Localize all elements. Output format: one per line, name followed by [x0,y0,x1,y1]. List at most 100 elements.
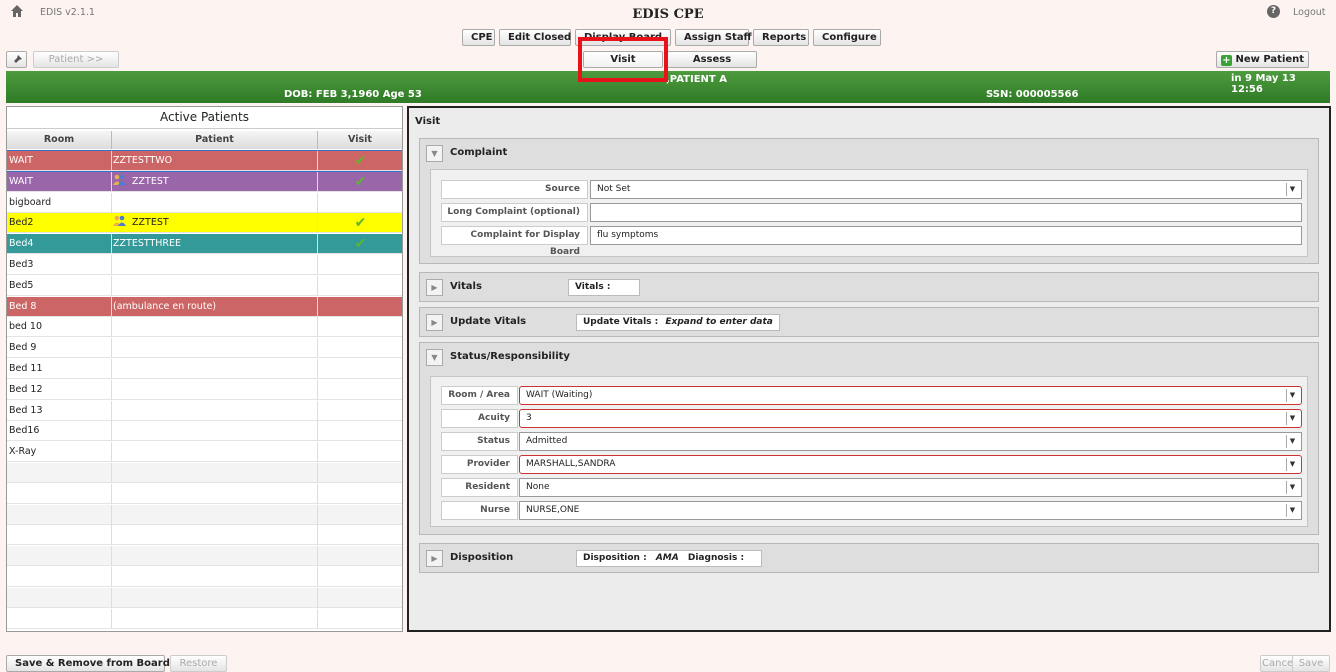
expand-arrow-icon[interactable]: ▶ [426,279,443,296]
pin-icon [11,55,22,65]
update-vitals-section: ▶ Update Vitals Update Vitals : Expand t… [419,307,1319,337]
visit-check-icon: ✔ [354,215,367,232]
subtab-assess[interactable]: Assess [667,51,757,68]
tab-cpe[interactable]: CPE [462,29,495,46]
empty-row [7,608,402,629]
patient-cell: ZZTEST [113,172,313,192]
room-cell: Bed4 [9,238,34,250]
table-row[interactable]: WAIT ZZTESTTWO ✔ [7,151,402,171]
complaint-section: ▼ Complaint Source Not Set ▼ Long Compla… [419,138,1319,264]
table-row[interactable]: bigboard [7,192,402,213]
nurse-select[interactable]: NURSE,ONE ▼ [519,501,1302,520]
plus-icon: + [1221,55,1232,66]
provider-value: MARSHALL,SANDRA [526,459,616,469]
table-row[interactable]: Bed 12 [7,379,402,400]
visit-check-icon: ✔ [354,236,367,253]
table-row[interactable]: Bed 8 (ambulance en route) [7,296,402,317]
visit-check-icon: ✔ [354,173,367,190]
table-row[interactable]: bed 10 [7,317,402,338]
nurse-value: NURSE,ONE [526,505,580,515]
table-row[interactable]: Bed4 ZZTESTTHREE ✔ [7,234,402,255]
table-row[interactable]: Bed3 [7,255,402,275]
room-cell: Bed 12 [9,383,43,395]
tab-assign-staff[interactable]: Assign Staff [675,29,752,46]
update-vitals-title: Update Vitals [450,316,527,327]
table-row[interactable]: Bed2 ZZTEST ✔ [7,213,402,234]
resident-select[interactable]: None ▼ [519,478,1302,497]
empty-row [7,504,402,525]
help-icon[interactable]: ? [1267,5,1280,18]
patient-cell: ZZTESTTWO [113,151,313,171]
selection-line [7,171,402,172]
table-row[interactable]: Bed16 [7,421,402,442]
table-row[interactable]: Bed 11 [7,359,402,379]
dropdown-arrow-icon: ▼ [1286,481,1298,494]
disposition-title: Disposition [450,552,514,563]
acuity-select[interactable]: 3 ▼ [519,409,1302,428]
save-button[interactable]: Save [1292,655,1330,672]
resident-label: Resident [441,478,518,497]
room-cell: Bed16 [9,425,40,437]
room-area-select[interactable]: WAIT (Waiting) ▼ [519,386,1302,405]
status-select[interactable]: Admitted ▼ [519,432,1302,451]
room-cell: Bed5 [9,279,34,291]
table-row[interactable]: Bed 9 [7,338,402,359]
patient-name-cell: ZZTEST [132,217,169,229]
visit-check-icon: ✔ [354,153,367,169]
status-header[interactable]: ▼ Status/Responsibility [420,343,1318,371]
table-row[interactable]: Bed 13 [7,400,402,421]
column-header-patient[interactable]: Patient [112,131,318,149]
collapse-arrow-icon[interactable]: ▼ [426,349,443,366]
room-cell: X-Ray [9,446,37,458]
long-complaint-label: Long Complaint (optional) [441,203,588,222]
new-patient-button[interactable]: + New Patient [1216,51,1309,68]
acuity-value: 3 [526,413,532,423]
complaint-header[interactable]: ▼ Complaint [420,139,1318,167]
long-complaint-input[interactable] [590,203,1302,222]
update-vitals-summary: Update Vitals : Expand to enter data [576,314,780,331]
tab-configure[interactable]: Configure [813,29,881,46]
dropdown-arrow-icon: ▼ [1286,435,1298,448]
display-complaint-input[interactable]: flu symptoms [590,226,1302,245]
room-area-value: WAIT (Waiting) [526,390,593,400]
people-icon [113,214,126,227]
status-title: Status/Responsibility [450,351,570,362]
tab-edit-closed[interactable]: Edit Closed [499,29,571,46]
provider-select[interactable]: MARSHALL,SANDRA ▼ [519,455,1302,474]
table-row[interactable]: WAIT ZZTEST ✔ [7,171,402,192]
expand-arrow-icon[interactable]: ▶ [426,550,443,567]
disposition-label: Disposition : [583,553,647,563]
people-icon [113,173,126,185]
room-cell: Bed2 [9,217,34,229]
source-label: Source [441,180,588,199]
patient-banner: ,PATIENT A in 9 May 13 12:56 DOB: FEB 3,… [6,71,1330,103]
complaint-title: Complaint [450,147,508,158]
patient-name: ,PATIENT A [666,74,727,85]
update-vitals-summary-label: Update Vitals : [583,317,659,327]
source-select[interactable]: Not Set ▼ [590,180,1302,199]
table-row[interactable]: Bed5 [7,275,402,296]
vitals-section: ▶ Vitals Vitals : [419,272,1319,302]
table-row[interactable]: X-Ray [7,442,402,463]
complaint-fields: Source Not Set ▼ Long Complaint (optiona… [430,169,1308,257]
patient-name-cell: ZZTESTTHREE [113,238,182,250]
restore-button[interactable]: Restore [170,655,227,672]
status-value: Admitted [526,436,568,446]
patient-nav-button[interactable]: Patient >> [33,51,119,68]
patient-cell: ZZTESTTHREE [113,234,313,254]
pin-button[interactable] [6,51,27,68]
collapse-arrow-icon[interactable]: ▼ [426,145,443,162]
patient-dob-age: DOB: FEB 3,1960 Age 53 [284,89,422,100]
dropdown-arrow-icon: ▼ [1286,458,1298,471]
save-remove-button[interactable]: Save & Remove from Board [6,655,170,672]
expand-arrow-icon[interactable]: ▶ [426,314,443,331]
column-header-room[interactable]: Room [7,131,112,149]
room-cell: Bed 13 [9,404,43,416]
disposition-header[interactable]: ▶ Disposition Disposition : AMA Diagnosi… [420,544,1318,572]
update-vitals-header[interactable]: ▶ Update Vitals Update Vitals : Expand t… [420,308,1318,336]
logout-link[interactable]: Logout [1293,7,1326,18]
vitals-header[interactable]: ▶ Vitals Vitals : [420,273,1318,301]
column-header-visit[interactable]: Visit [318,131,402,149]
vitals-summary-label: Vitals : [575,282,611,292]
tab-reports[interactable]: Reports [753,29,809,46]
